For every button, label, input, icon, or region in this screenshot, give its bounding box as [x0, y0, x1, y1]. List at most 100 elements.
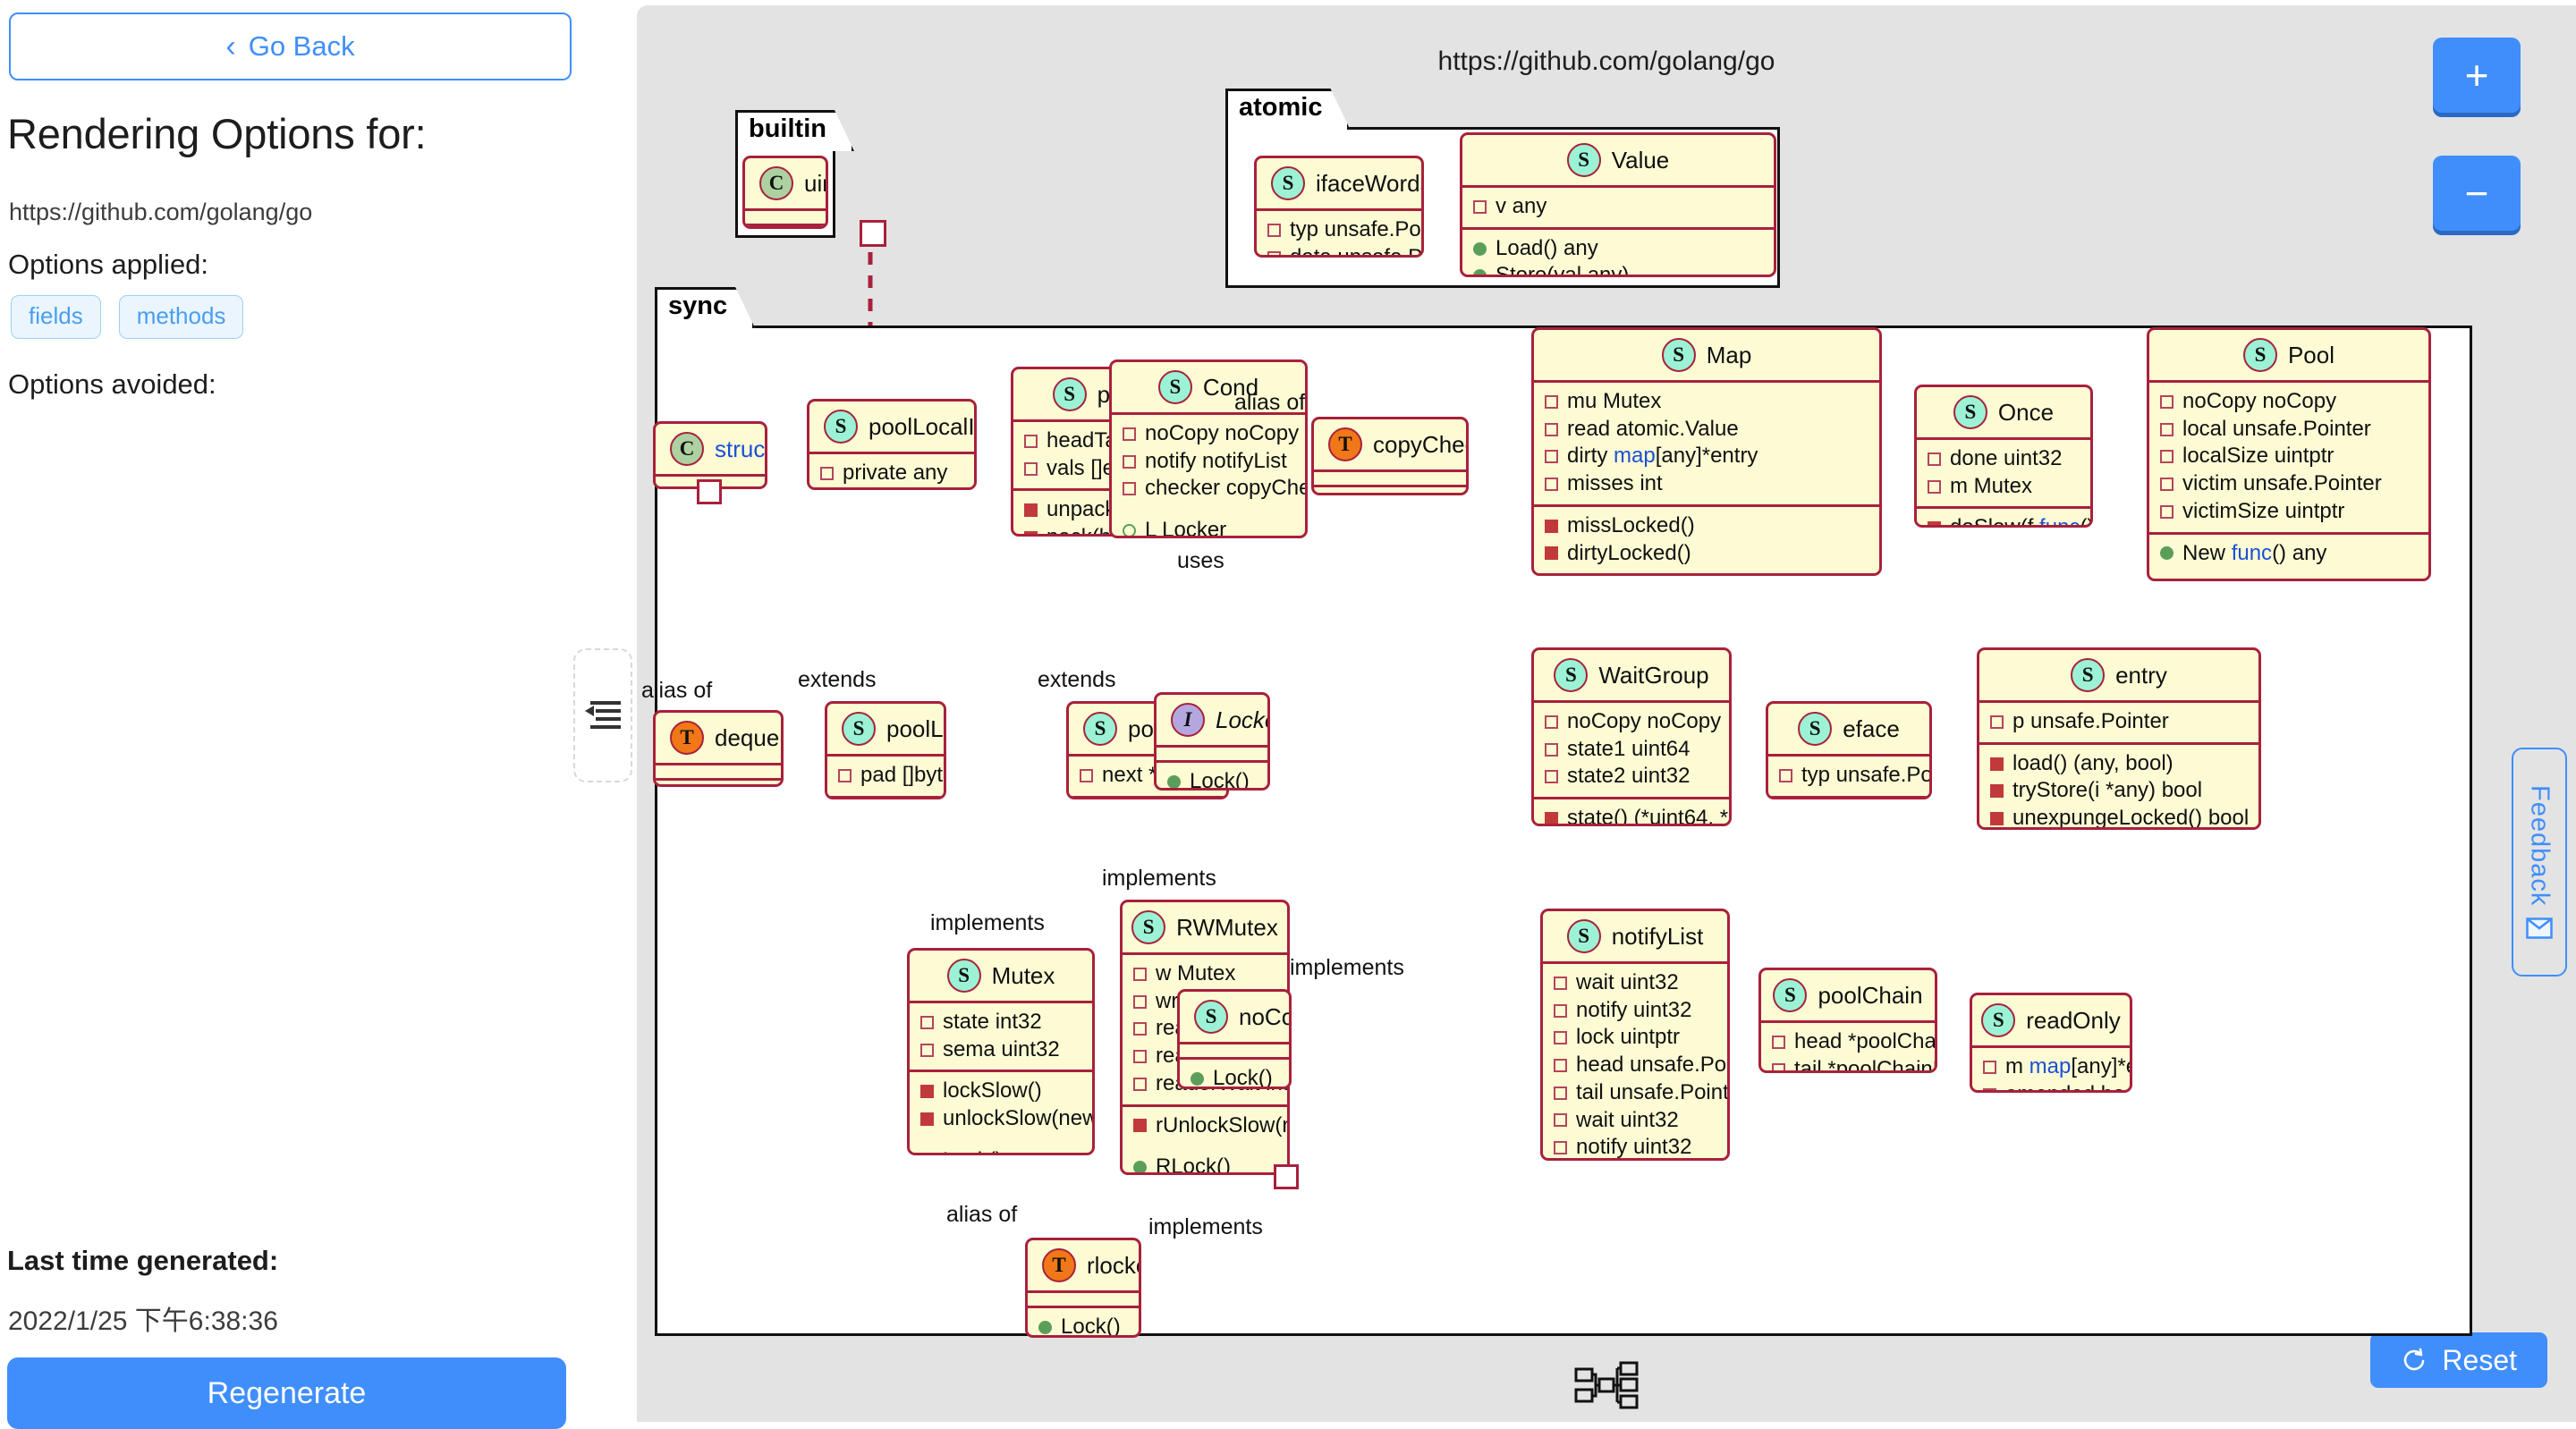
field: pad []byte: [860, 763, 946, 787]
method: lockSlow(): [943, 1078, 1042, 1103]
private-field-icon: [1267, 223, 1281, 237]
uml-class-Mutex[interactable]: S Mutex state int32 sema uint32 lockSlow…: [907, 948, 1095, 1155]
private-field-icon: [1133, 967, 1147, 981]
method: Lock(): [943, 1147, 1003, 1153]
class-name: dequeueNil: [715, 723, 781, 751]
class-name: struct{}: [715, 435, 766, 462]
field: typ unsafe.Pointer: [1801, 763, 1932, 787]
private-field-icon: [1267, 250, 1281, 255]
uml-class-Pool[interactable]: S Pool noCopy noCopy local unsafe.Pointe…: [2147, 327, 2431, 581]
private-method-icon: [1928, 521, 1941, 525]
uml-interface-Locker[interactable]: I Locker Lock() Unlock(): [1154, 692, 1270, 791]
go-back-button[interactable]: ‹ Go Back: [9, 13, 572, 80]
uml-class-poolLocalInternal[interactable]: S poolLocalInternal private any shared p…: [807, 399, 977, 490]
stereotype-struct-icon: S: [824, 410, 858, 444]
uml-fields: noCopy noCopy local unsafe.Pointer local…: [2149, 383, 2428, 535]
option-chip-methods[interactable]: methods: [118, 295, 244, 339]
field: tail *poolChainElt: [1794, 1056, 1935, 1073]
private-field-icon: [1133, 1022, 1147, 1036]
uml-class-Map[interactable]: S Map mu Mutex read atomic.Value dirty m…: [1531, 327, 1882, 576]
collapse-sidebar-handle[interactable]: [573, 648, 632, 782]
stereotype-type-icon: T: [1042, 1248, 1076, 1282]
uml-class-dequeueNil[interactable]: T dequeueNil: [653, 710, 784, 787]
uml-class-poolLocal[interactable]: S poolLocal pad []byte: [825, 701, 946, 799]
uml-class-rlocker[interactable]: T rlocker Lock() Unlock(): [1025, 1238, 1141, 1338]
private-field-icon: [1123, 482, 1136, 496]
uml-fields: state int32 sema uint32: [910, 1003, 1092, 1073]
uml-class-WaitGroup[interactable]: S WaitGroup noCopy noCopy state1 uint64 …: [1531, 647, 1732, 826]
uml-methods: Lock() Unlock(): [1180, 1060, 1289, 1087]
stereotype-struct-icon: S: [946, 959, 981, 993]
class-name: entry: [2115, 661, 2167, 689]
uml-class-entry[interactable]: S entry p unsafe.Pointer load() (any, bo…: [1977, 647, 2261, 830]
class-name: rlocker: [1087, 1251, 1139, 1279]
sitemap-icon: [1574, 1361, 1639, 1409]
edge-label-extends: extends: [1038, 667, 1116, 692]
field: victim unsafe.Pointer: [2182, 471, 2382, 496]
chevron-left-icon: ‹: [225, 30, 236, 63]
uml-class-copyChecker[interactable]: T copyChecker check(): [1311, 417, 1469, 495]
uml-methods: New func() any getSlow(pid int) any pin(…: [2149, 535, 2428, 579]
uml-class-diagram[interactable]: builtin C uintptr atomic S ifaceWords ty…: [637, 5, 2576, 1347]
private-field-icon: [2160, 478, 2174, 492]
private-field-icon: [1123, 454, 1136, 469]
reset-label: Reset: [2442, 1343, 2517, 1376]
field: lock uintptr: [1576, 1025, 1681, 1050]
sitemap-icon-button[interactable]: [1566, 1354, 1647, 1416]
uml-class-Once[interactable]: S Once done uint32 m Mutex doSlow(f func…: [1914, 385, 2093, 528]
uml-class-readOnly[interactable]: S readOnly m map[any]*entry amended bool: [1970, 993, 2132, 1093]
uml-class-ifaceWords[interactable]: S ifaceWords typ unsafe.Pointer data uns…: [1254, 156, 1424, 258]
private-field-icon: [1983, 1087, 1996, 1090]
private-field-icon: [920, 1043, 934, 1057]
field: state1 uint64: [1567, 736, 1690, 761]
class-name: Map: [1706, 341, 1752, 368]
uml-header: S Once: [1917, 387, 2090, 440]
field: notify uint32: [1576, 997, 1692, 1022]
public-method-icon: [1167, 774, 1181, 788]
uml-header: S Map: [1534, 330, 1879, 383]
edge-label-alias-of: alias of: [1234, 390, 1306, 415]
uml-class-Cond[interactable]: S Cond noCopy noCopy notify notifyList c…: [1109, 359, 1308, 538]
public-method-icon: [1133, 1161, 1147, 1172]
field: sema uint32: [943, 1036, 1060, 1061]
class-name: Once: [1997, 398, 2055, 426]
class-name: uintptr: [804, 169, 826, 197]
stereotype-type-icon: T: [670, 721, 704, 755]
stereotype-struct-icon: S: [1566, 919, 1601, 953]
uml-methods: Lock() Unlock(): [1157, 763, 1267, 788]
private-field-icon: [820, 466, 834, 480]
uml-class-poolChain[interactable]: S poolChain head *poolChainElt tail *poo…: [1758, 968, 1937, 1073]
field: local unsafe.Pointer: [2182, 416, 2371, 441]
diagram-canvas[interactable]: https://github.com/golang/go + − Feedbac…: [637, 5, 2576, 1422]
private-method-icon: [1545, 546, 1558, 561]
uml-header: S poolLocalInternal: [809, 402, 974, 454]
uml-methods: missLocked() dirtyLocked() Load(key any)…: [1534, 507, 1879, 573]
method: tryStore(i *any) bool: [2012, 778, 2203, 803]
edge-label-implements: implements: [930, 910, 1045, 935]
regenerate-button[interactable]: Regenerate: [7, 1357, 566, 1429]
class-name: noCopy: [1239, 1002, 1289, 1030]
uml-fields: noCopy noCopy state1 uint64 state2 uint3…: [1534, 703, 1729, 800]
uml-header: S Pool: [2149, 330, 2428, 383]
stereotype-struct-icon: S: [2071, 658, 2106, 692]
public-method-icon: [2160, 546, 2174, 561]
option-chip-fields[interactable]: fields: [11, 295, 101, 339]
uml-class-notifyList[interactable]: S notifyList wait uint32 notify uint32 l…: [1540, 909, 1730, 1161]
uml-header: S poolChain: [1761, 970, 1935, 1023]
uml-class-Value[interactable]: S Value v any Load() any Store(val any) …: [1460, 132, 1776, 277]
class-name: poolLocalInternal: [869, 412, 975, 440]
uml-class-uintptr[interactable]: C uintptr: [742, 156, 828, 229]
stereotype-struct-icon: S: [2242, 338, 2277, 372]
uml-fields: noCopy noCopy notify notifyList checker …: [1112, 415, 1305, 536]
uml-header: S Mutex: [910, 951, 1092, 1003]
field: shared poolChain: [843, 487, 974, 488]
method: unexpungeLocked() bool: [2012, 806, 2250, 830]
page-title: Rendering Options for:: [7, 110, 427, 157]
uml-methods: doSlow(f func() ) Do(f func() ): [1917, 509, 2090, 525]
private-field-icon: [1545, 394, 1558, 409]
uml-class-eface[interactable]: S eface typ unsafe.Pointer: [1766, 701, 1932, 799]
uml-class-noCopy[interactable]: S noCopy Lock() Unlock(): [1177, 989, 1292, 1089]
stereotype-type-icon: T: [1328, 427, 1362, 461]
composition-handle: [697, 479, 722, 504]
private-field-icon: [1554, 976, 1567, 990]
